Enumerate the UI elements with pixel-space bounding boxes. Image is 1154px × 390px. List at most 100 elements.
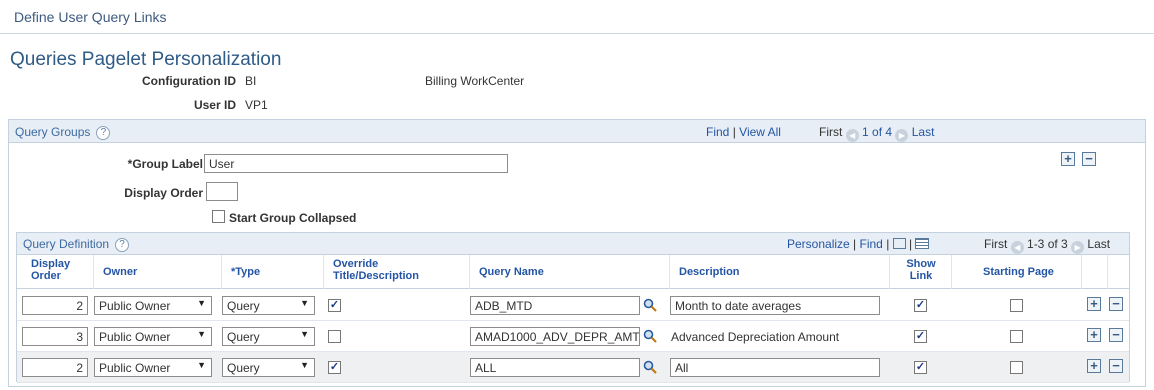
owner-select-value: Public Owner bbox=[99, 330, 171, 344]
delete-row-button[interactable]: − bbox=[1109, 328, 1123, 342]
override-checkbox[interactable]: ✓ bbox=[328, 361, 341, 374]
column-divider bbox=[669, 255, 670, 289]
start-collapsed-checkbox[interactable] bbox=[212, 210, 225, 223]
display-order-input[interactable]: 3 bbox=[22, 327, 88, 346]
chevron-down-icon: ▼ bbox=[197, 298, 206, 308]
type-select[interactable]: Query ▼ bbox=[222, 327, 315, 346]
display-order-input[interactable]: 2 bbox=[22, 296, 88, 315]
view-all-link[interactable]: View All bbox=[739, 125, 781, 139]
next-icon[interactable]: ▶ bbox=[895, 129, 909, 142]
find-link[interactable]: Find bbox=[706, 125, 729, 139]
description-input[interactable]: All bbox=[670, 358, 880, 377]
table-row: 2 Public Owner ▼ Query ▼ ✓ ADB_MTD Month t… bbox=[17, 290, 1129, 321]
owner-select[interactable]: Public Owner ▼ bbox=[94, 296, 212, 315]
help-icon[interactable]: ? bbox=[115, 237, 130, 252]
column-divider bbox=[951, 255, 952, 289]
range-text: 1 of 4 bbox=[862, 125, 893, 139]
chevron-down-icon: ▼ bbox=[197, 329, 206, 339]
description-text: Advanced Depreciation Amount bbox=[671, 330, 840, 344]
override-checkbox[interactable]: ✓ bbox=[328, 299, 341, 312]
chevron-down-icon: ▼ bbox=[300, 360, 309, 370]
first-label: First bbox=[819, 125, 843, 139]
previous-icon[interactable]: ◀ bbox=[1010, 241, 1024, 254]
starting-page-checkbox[interactable] bbox=[1010, 299, 1023, 312]
starting-page-checkbox[interactable] bbox=[1010, 361, 1023, 374]
page-title: Queries Pagelet Personalization bbox=[10, 49, 282, 70]
range-text: 1-3 of 3 bbox=[1027, 237, 1068, 251]
add-row-button[interactable]: + bbox=[1087, 297, 1101, 311]
add-group-button[interactable]: + bbox=[1061, 152, 1075, 166]
col-description[interactable]: Description bbox=[679, 266, 740, 278]
override-checkbox[interactable] bbox=[328, 330, 341, 343]
search-icon[interactable] bbox=[643, 329, 657, 343]
column-divider bbox=[323, 255, 324, 289]
separator: | bbox=[732, 125, 736, 139]
show-link-checkbox[interactable]: ✓ bbox=[914, 330, 927, 343]
show-link-checkbox[interactable]: ✓ bbox=[914, 299, 927, 312]
col-display-order[interactable]: Display Order bbox=[31, 258, 70, 282]
chevron-down-icon: ▼ bbox=[300, 298, 309, 308]
separator: | bbox=[909, 237, 913, 251]
last-link[interactable]: Last bbox=[912, 125, 935, 139]
previous-icon[interactable]: ◀ bbox=[845, 129, 859, 142]
group-label-input[interactable]: User bbox=[204, 154, 508, 173]
starting-page-checkbox[interactable] bbox=[1010, 330, 1023, 343]
query-definition-title-text: Query Definition bbox=[23, 237, 110, 251]
type-select-value: Query bbox=[227, 330, 260, 344]
groups-pager: First ◀ 1 of 4 ▶ Last bbox=[819, 125, 934, 142]
col-display-order-line1: Display bbox=[31, 258, 71, 270]
column-divider bbox=[1107, 255, 1108, 289]
owner-select[interactable]: Public Owner ▼ bbox=[94, 358, 212, 377]
download-grid-icon[interactable] bbox=[915, 238, 930, 249]
query-name-input[interactable]: AMAD1000_ADV_DEPR_AMT bbox=[470, 327, 640, 346]
type-select-value: Query bbox=[227, 299, 260, 313]
col-override-line2: Title/Description bbox=[333, 270, 419, 282]
col-query-name[interactable]: Query Name bbox=[479, 266, 544, 278]
delete-row-button[interactable]: − bbox=[1109, 359, 1123, 373]
separator: | bbox=[886, 237, 890, 251]
groups-nav-links: Find | View All bbox=[706, 125, 781, 139]
col-show-link[interactable]: Show Link bbox=[905, 258, 937, 282]
description-input[interactable]: Month to date averages bbox=[670, 296, 880, 315]
query-groups-title-text: Query Groups bbox=[15, 125, 91, 139]
add-row-button[interactable]: + bbox=[1087, 359, 1101, 373]
search-icon[interactable] bbox=[643, 360, 657, 374]
col-show-link-line1: Show bbox=[906, 258, 936, 270]
user-id-label: User ID bbox=[193, 98, 236, 112]
type-select[interactable]: Query ▼ bbox=[222, 296, 315, 315]
column-divider bbox=[221, 255, 222, 289]
owner-select-value: Public Owner bbox=[99, 299, 171, 313]
personalize-link[interactable]: Personalize bbox=[787, 237, 850, 251]
search-icon[interactable] bbox=[643, 298, 657, 312]
config-id-value: BI bbox=[245, 74, 257, 88]
zoom-icon[interactable] bbox=[892, 238, 906, 249]
col-display-order-line2: Order bbox=[31, 270, 61, 282]
next-icon[interactable]: ▶ bbox=[1071, 241, 1085, 254]
col-starting-page[interactable]: Starting Page bbox=[983, 266, 1054, 278]
col-override[interactable]: Override Title/Description bbox=[333, 258, 419, 282]
show-link-checkbox[interactable]: ✓ bbox=[914, 361, 927, 374]
display-order-input[interactable] bbox=[206, 182, 238, 201]
find-link[interactable]: Find bbox=[860, 237, 883, 251]
query-name-input[interactable]: ALL bbox=[470, 358, 640, 377]
table-row: 3 Public Owner ▼ Query ▼ AMAD1000_ADV_DEPR… bbox=[17, 321, 1129, 352]
type-select[interactable]: Query ▼ bbox=[222, 358, 315, 377]
display-order-label: Display Order bbox=[124, 186, 203, 200]
query-definition-title: Query Definition? bbox=[23, 237, 130, 252]
owner-select-value: Public Owner bbox=[99, 361, 171, 375]
config-description: Billing WorkCenter bbox=[425, 74, 525, 88]
delete-group-button[interactable]: − bbox=[1082, 152, 1096, 166]
col-owner[interactable]: Owner bbox=[103, 266, 137, 278]
owner-select[interactable]: Public Owner ▼ bbox=[94, 327, 212, 346]
column-divider bbox=[469, 255, 470, 289]
query-name-input[interactable]: ADB_MTD bbox=[470, 296, 640, 315]
delete-row-button[interactable]: − bbox=[1109, 297, 1123, 311]
help-icon[interactable]: ? bbox=[96, 125, 111, 140]
chevron-down-icon: ▼ bbox=[197, 360, 206, 370]
user-id-value: VP1 bbox=[245, 98, 268, 112]
config-id-label: Configuration ID bbox=[142, 74, 236, 88]
display-order-input[interactable]: 2 bbox=[22, 358, 88, 377]
add-row-button[interactable]: + bbox=[1087, 328, 1101, 342]
col-type[interactable]: *Type bbox=[231, 266, 260, 278]
query-definition-grid: Query Definition? Personalize | Find | |… bbox=[16, 232, 1130, 383]
